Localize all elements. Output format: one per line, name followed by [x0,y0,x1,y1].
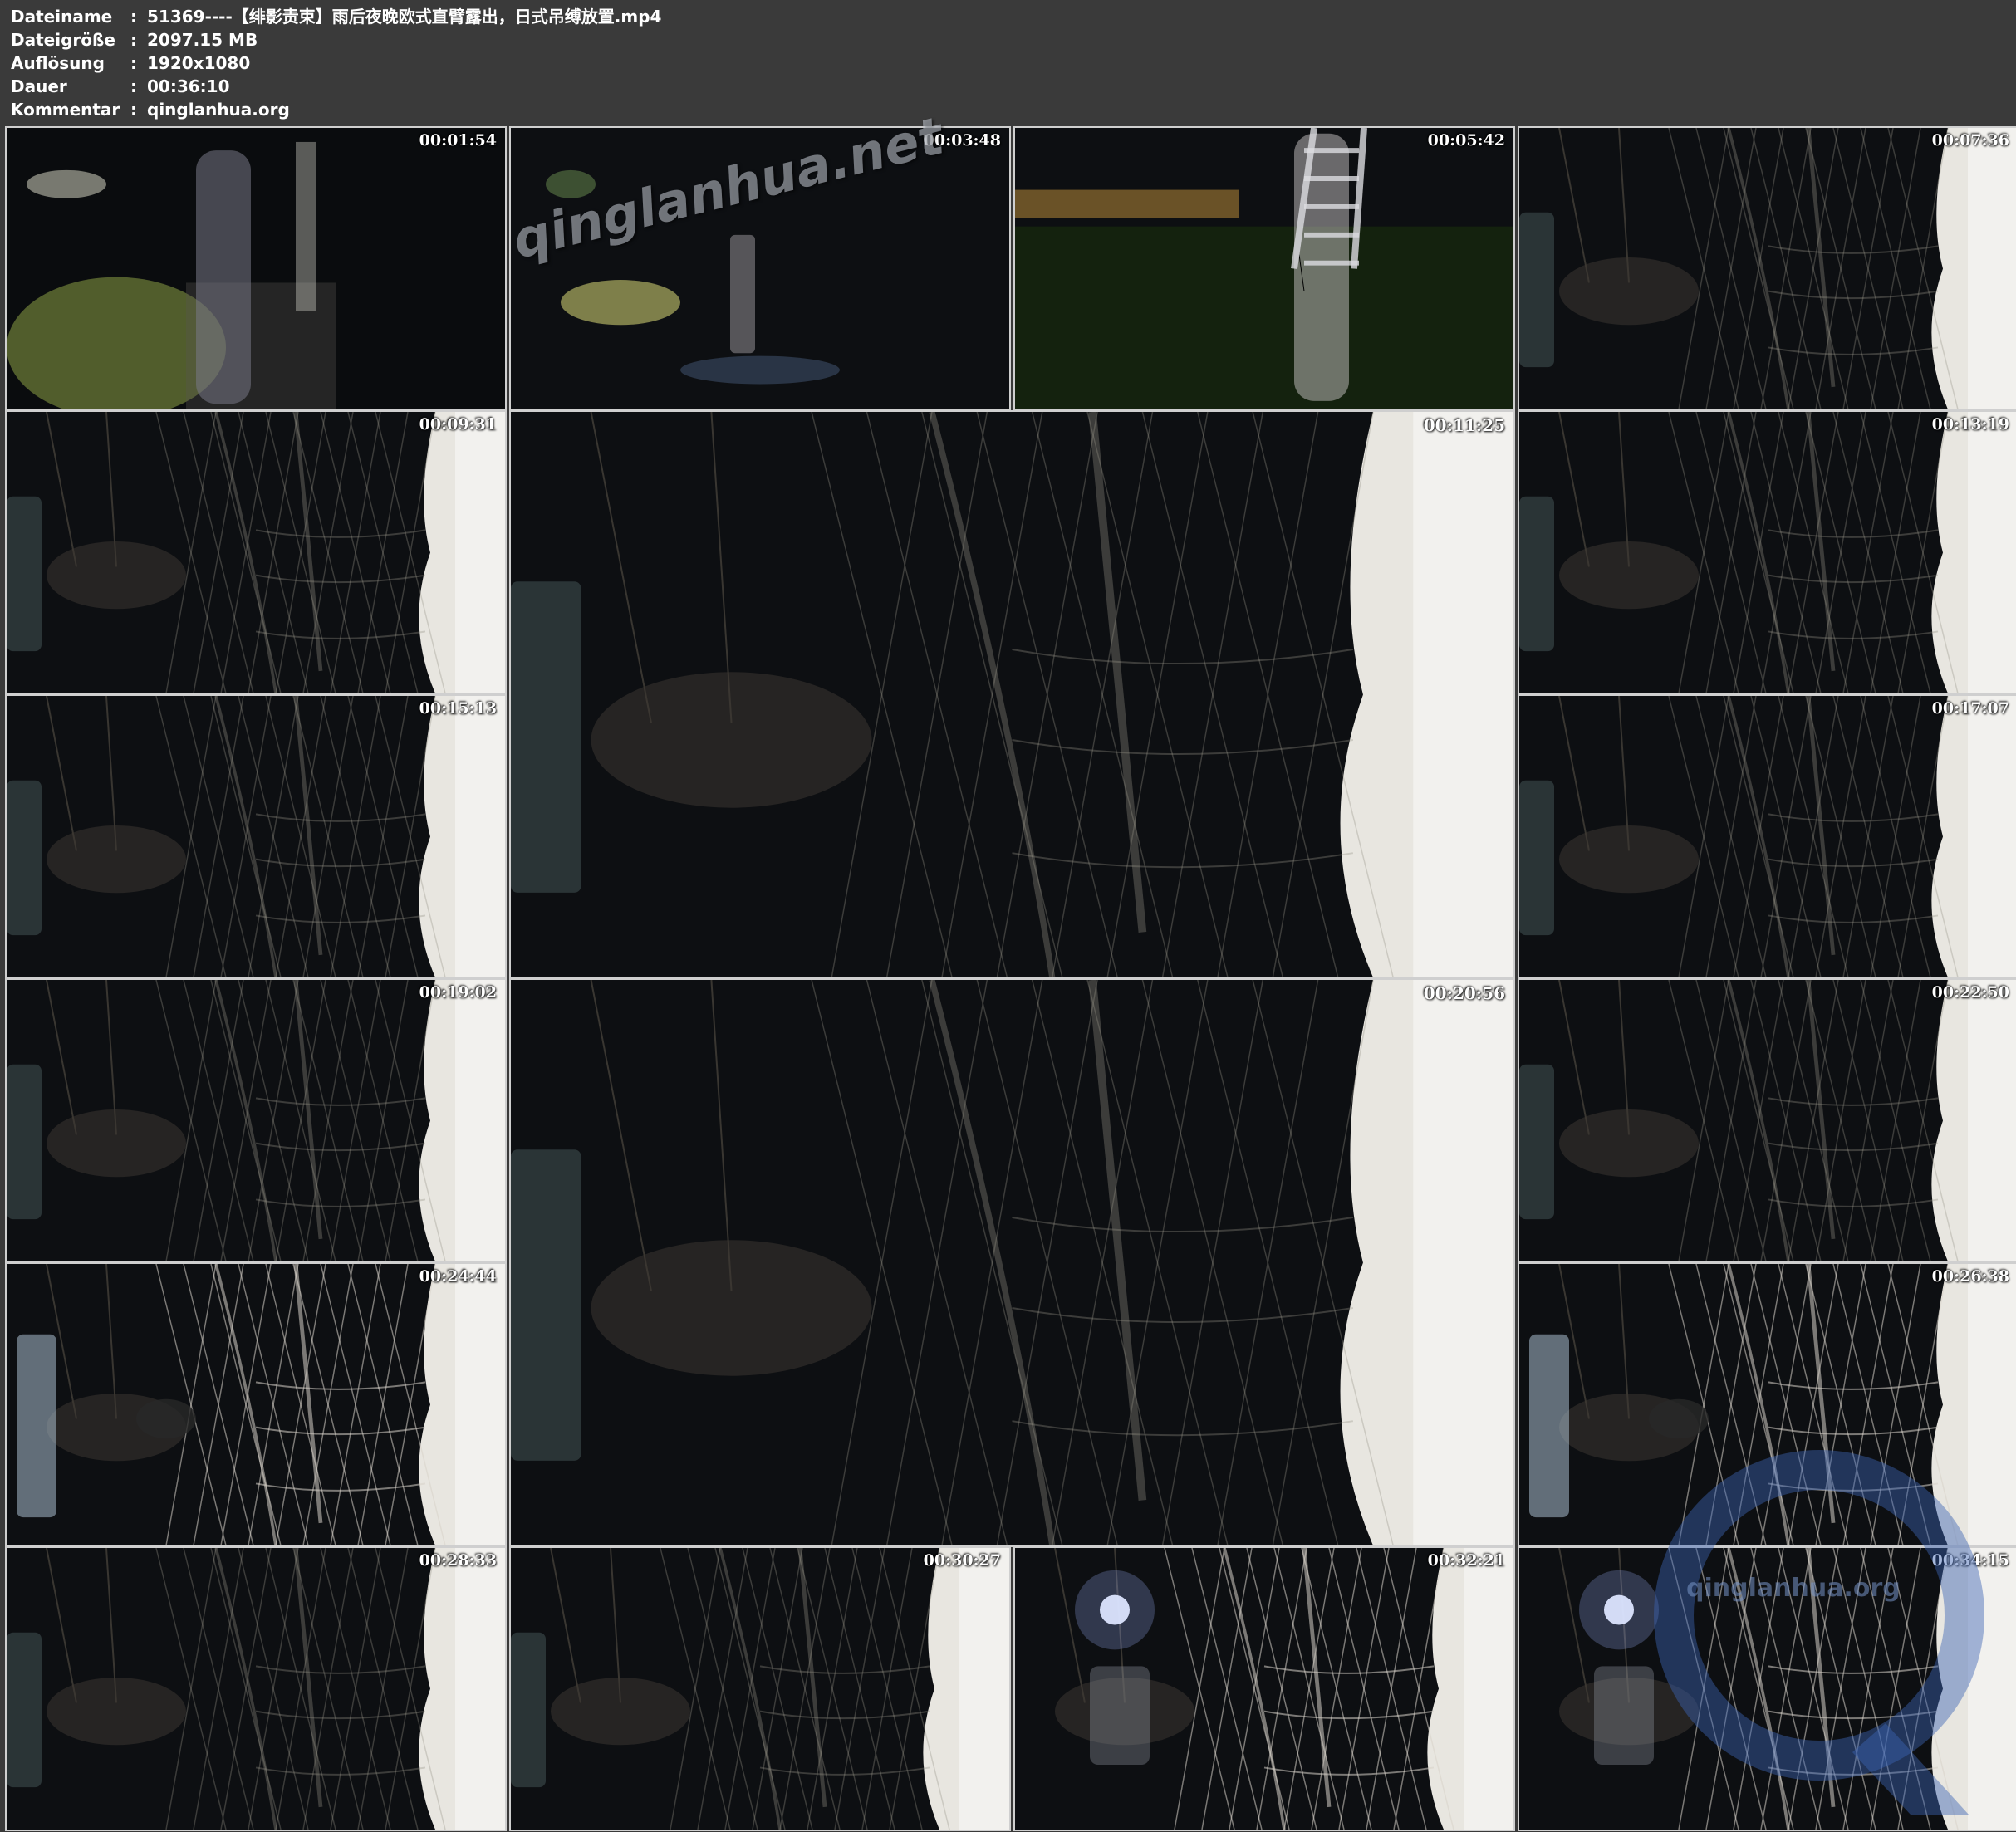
info-value: 2097.15 MB [147,30,258,50]
thumbnail-timestamp: 00:01:54 [419,131,497,149]
thumbnail-frame-image [511,412,1513,977]
thumbnail-frame-image [7,412,505,693]
thumbnail-timestamp: 00:26:38 [1931,1267,2009,1286]
thumbnail-frame-image [1519,128,2016,409]
thumbnail-timestamp: 00:28:33 [419,1551,497,1570]
video-thumbnail: 00:17:07 [1518,694,2016,979]
thumbnail-frame-image [1519,412,2016,693]
video-thumbnail: 00:15:13 [5,694,507,979]
info-separator: : [130,7,137,27]
thumbnail-frame-image [1519,980,2016,1261]
thumbnail-timestamp: 00:32:21 [1427,1551,1505,1570]
thumbnail-frame-image [7,980,505,1261]
info-row: Dateigröße:2097.15 MB [11,28,661,51]
video-thumbnail: 00:01:54 [5,126,507,411]
thumbnail-timestamp: 00:09:31 [419,415,497,434]
video-thumbnail: 00:30:27 [509,1546,1011,1831]
video-thumbnail: 00:20:56 [509,978,1515,1547]
video-thumbnail: 00:05:42 [1013,126,1515,411]
thumbnail-frame-image [7,128,505,409]
info-row: Dateiname:51369----【绯影责束】雨后夜晚欧式直臂露出，日式吊缚… [11,5,661,28]
video-thumbnail: 00:09:31 [5,410,507,695]
thumbnail-frame-image [1519,696,2016,977]
thumbnail-timestamp: 00:17:07 [1931,699,2009,718]
thumbnail-timestamp: 00:11:25 [1423,415,1505,435]
info-row: Auflösung:1920x1080 [11,51,661,75]
watermark-logo-icon [1654,1450,1984,1815]
file-info-panel: Dateiname:51369----【绯影责束】雨后夜晚欧式直臂露出，日式吊缚… [11,5,661,121]
video-thumbnail: 00:11:25 [509,410,1515,979]
thumbnail-frame-image [7,1264,505,1545]
info-separator: : [130,30,137,50]
video-thumbnail: 00:13:19 [1518,410,2016,695]
info-value: 00:36:10 [147,76,230,96]
info-row: Kommentar: qinglanhua.org [11,98,661,121]
info-separator: : [130,53,137,73]
thumbnail-timestamp: 00:19:02 [419,983,497,1002]
info-label: Dateiname [11,7,113,27]
video-thumbnail: 00:28:33 [5,1546,507,1831]
thumbnail-frame-image [7,1548,505,1830]
info-label: Kommentar [11,100,120,120]
thumbnail-timestamp: 00:05:42 [1427,131,1505,149]
video-thumbnail: 00:07:36 [1518,126,2016,411]
info-separator: : [130,76,137,96]
video-thumbnail: 00:22:50 [1518,978,2016,1263]
info-separator: : [130,100,137,120]
video-thumbnail: 00:32:21 [1013,1546,1515,1831]
info-label: Dauer [11,76,67,96]
thumbnail-timestamp: 00:30:27 [923,1551,1001,1570]
video-thumbnail: 00:19:02 [5,978,507,1263]
info-label: Auflösung [11,53,105,73]
thumbnail-frame-image [7,696,505,977]
watermark-logo-text: qinglanhua.org [1686,1574,1901,1603]
video-thumbnail: 00:24:44 [5,1262,507,1547]
thumbnail-frame-image [511,1548,1009,1830]
info-value: qinglanhua.org [147,100,290,120]
thumbnail-timestamp: 00:13:19 [1931,415,2009,434]
thumbnail-frame-image [1015,1548,1513,1830]
thumbnail-frame-image [511,980,1513,1545]
thumbnail-timestamp: 00:20:56 [1423,983,1505,1003]
info-row: Dauer:00:36:10 [11,75,661,98]
info-value: 1920x1080 [147,53,251,73]
thumbnail-timestamp: 00:15:13 [419,699,497,718]
info-value: 51369----【绯影责束】雨后夜晚欧式直臂露出，日式吊缚放置.mp4 [147,7,662,27]
thumbnail-timestamp: 00:07:36 [1931,131,2009,149]
thumbnail-timestamp: 00:24:44 [419,1267,497,1286]
thumbnail-timestamp: 00:22:50 [1931,983,2009,1002]
thumbnail-frame-image [1015,128,1513,409]
info-label: Dateigröße [11,30,115,50]
